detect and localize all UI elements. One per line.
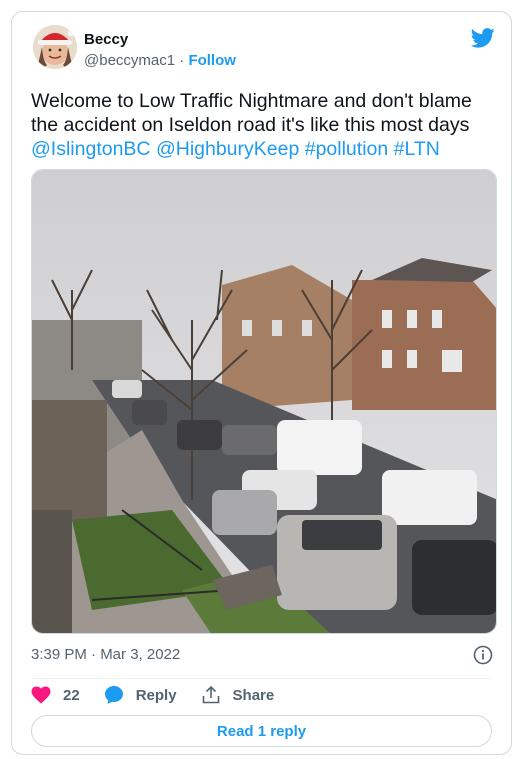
heart-icon bbox=[31, 686, 51, 704]
read-replies-button[interactable]: Read 1 reply bbox=[31, 715, 492, 747]
action-bar: 22 Reply Share bbox=[31, 683, 298, 707]
share-icon bbox=[202, 685, 219, 704]
mention-highburykeep[interactable]: @HighburyKeep bbox=[156, 138, 299, 160]
handle-row: @beccymac1 · Follow bbox=[84, 52, 236, 69]
follow-button[interactable]: Follow bbox=[188, 52, 236, 69]
author-handle[interactable]: @beccymac1 bbox=[84, 52, 175, 69]
hashtag-pollution[interactable]: #pollution bbox=[305, 138, 388, 160]
separator: · bbox=[179, 52, 185, 69]
reply-label: Reply bbox=[135, 686, 177, 704]
share-button[interactable]: Share bbox=[201, 685, 275, 705]
like-count: 22 bbox=[63, 686, 80, 704]
divider bbox=[31, 678, 492, 679]
info-icon[interactable] bbox=[473, 645, 493, 665]
reply-icon bbox=[104, 686, 123, 704]
twitter-bird-icon[interactable] bbox=[471, 28, 495, 48]
tweet-body: Welcome to Low Traffic Nightmare and don… bbox=[31, 90, 472, 136]
hashtag-ltn[interactable]: #LTN bbox=[394, 138, 440, 160]
share-label: Share bbox=[232, 686, 275, 704]
mention-islingtonbc[interactable]: @IslingtonBC bbox=[31, 138, 151, 160]
avatar[interactable] bbox=[33, 25, 77, 69]
timestamp[interactable]: 3:39 PM · Mar 3, 2022 bbox=[31, 646, 180, 663]
reply-button[interactable]: Reply bbox=[104, 685, 177, 705]
tweet-text: Welcome to Low Traffic Nightmare and don… bbox=[31, 89, 501, 161]
tweet-card: Beccy @beccymac1 · Follow Welcome to Low… bbox=[11, 11, 512, 755]
tweet-photo[interactable] bbox=[31, 169, 497, 634]
author-name[interactable]: Beccy bbox=[84, 31, 128, 48]
like-button[interactable]: 22 bbox=[31, 686, 80, 704]
